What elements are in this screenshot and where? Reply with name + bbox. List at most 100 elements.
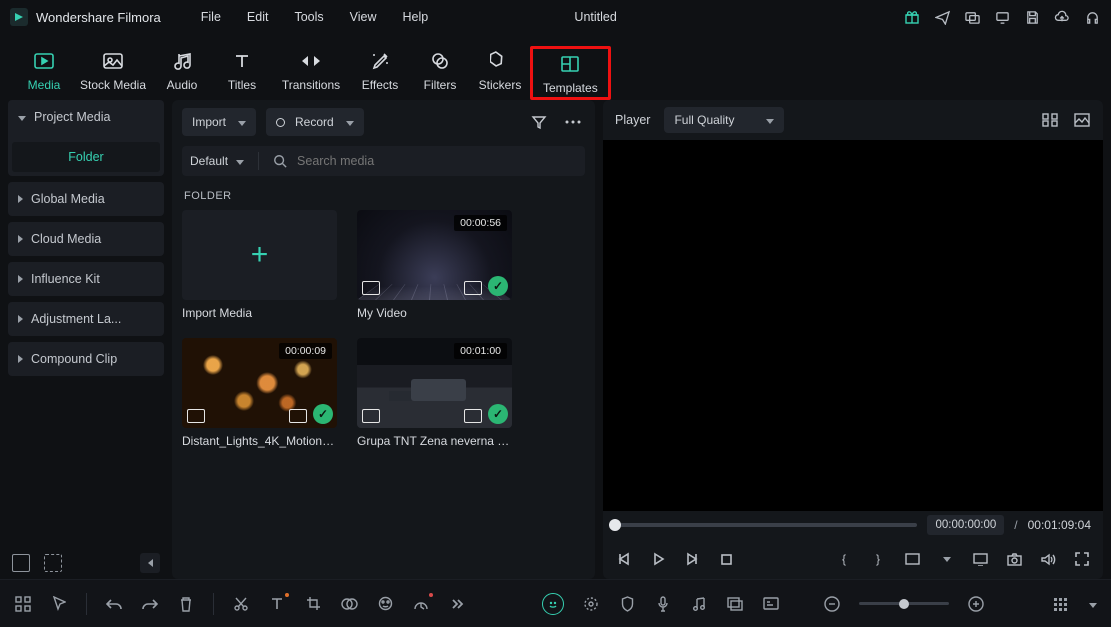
prev-frame-icon[interactable] [615,550,633,568]
plus-icon: + [251,238,269,272]
duration-badge: 00:01:00 [454,343,507,359]
tab-media[interactable]: Media [14,50,74,100]
duration-badge: 00:00:09 [279,343,332,359]
new-folder-icon[interactable] [44,554,62,572]
player-label: Player [615,113,650,127]
search-input[interactable] [297,154,577,168]
ai-assistant-button[interactable] [542,593,564,615]
seek-knob[interactable] [609,519,621,531]
send-icon[interactable] [933,8,951,26]
timeline-view-icon[interactable] [1051,595,1069,613]
text-tool-icon[interactable] [268,595,286,613]
video-type-icon [187,409,205,423]
volume-icon[interactable] [1039,550,1057,568]
fullscreen-icon[interactable] [1073,550,1091,568]
tab-titles[interactable]: Titles [212,50,272,100]
cut-icon[interactable] [232,595,250,613]
undo-icon[interactable] [105,595,123,613]
filter-icon[interactable] [527,110,551,134]
seek-slider[interactable] [615,523,917,527]
media-icon [33,50,55,72]
import-media-tile[interactable]: + Import Media [182,210,337,320]
media-clip[interactable]: 00:00:09 ✓ Distant_Lights_4K_Motion_B... [182,338,337,448]
tab-transitions[interactable]: Transitions [272,50,350,100]
zoom-knob[interactable] [899,599,909,609]
caret-down-icon [234,154,244,168]
menu-file[interactable]: File [201,10,221,24]
music-icon[interactable] [690,595,708,613]
grid-view-icon[interactable] [1041,111,1059,129]
media-clip[interactable]: 00:00:56 ✓ My Video [357,210,512,320]
sidebar-item-cloud-media[interactable]: Cloud Media [8,222,164,256]
zoom-out-icon[interactable] [823,595,841,613]
sidebar-item-adjustment-layer[interactable]: Adjustment La... [8,302,164,336]
monitor-icon[interactable] [993,8,1011,26]
tab-audio[interactable]: Audio [152,50,212,100]
headphones-icon[interactable] [1083,8,1101,26]
player-panel: Player Full Quality 00:00:00:00 / 00:01:… [603,100,1103,579]
zoom-slider[interactable] [859,602,949,605]
speed-icon[interactable] [412,595,430,613]
save-icon[interactable] [1023,8,1041,26]
messages-icon[interactable] [963,8,981,26]
ratio-dropdown-icon[interactable] [937,550,955,568]
sort-dropdown[interactable]: Default [190,154,244,168]
more-icon[interactable] [561,110,585,134]
stop-icon[interactable] [717,550,735,568]
mark-in-icon[interactable]: { [835,550,853,568]
sidebar-item-influence-kit[interactable]: Influence Kit [8,262,164,296]
quality-dropdown[interactable]: Full Quality [664,107,784,133]
chevron-right-icon [18,272,23,286]
mark-out-icon[interactable]: } [869,550,887,568]
display-icon[interactable] [971,550,989,568]
shield-icon[interactable] [618,595,636,613]
import-dropdown[interactable]: Import [182,108,256,136]
layout-icon[interactable] [14,595,32,613]
filters-icon [429,50,451,72]
stickers-icon [489,50,511,72]
sidebar-subitem-folder[interactable]: Folder [12,142,160,172]
video-viewport[interactable] [603,140,1103,511]
player-timeline: 00:00:00:00 / 00:01:09:04 [603,511,1103,539]
crop-icon[interactable] [304,595,322,613]
record-dropdown[interactable]: Record [266,108,364,136]
mask-icon[interactable] [340,595,358,613]
color-icon[interactable] [376,595,394,613]
duration-badge: 00:00:56 [454,215,507,231]
cloud-upload-icon[interactable] [1053,8,1071,26]
collapse-sidebar-button[interactable] [140,553,160,573]
video-type-icon [362,409,380,423]
redo-icon[interactable] [141,595,159,613]
tab-templates[interactable]: Templates [539,53,602,95]
tab-effects[interactable]: Effects [350,50,410,100]
gift-icon[interactable] [903,8,921,26]
media-clip[interactable]: 00:01:00 ✓ Grupa TNT Zena neverna off... [357,338,512,448]
tab-filters[interactable]: Filters [410,50,470,100]
view-dropdown-icon[interactable] [1087,597,1097,611]
sidebar-item-project-media[interactable]: Project Media Folder [8,100,164,176]
total-time: 00:01:09:04 [1028,518,1091,532]
select-tool-icon[interactable] [50,595,68,613]
picture-icon[interactable] [1073,111,1091,129]
record-dot-icon [276,118,285,127]
ratio-icon[interactable] [903,550,921,568]
new-bin-icon[interactable] [12,554,30,572]
play-icon[interactable] [649,550,667,568]
zoom-in-icon[interactable] [967,595,985,613]
caption-icon[interactable] [762,595,780,613]
stock-media-icon [102,50,124,72]
delete-icon[interactable] [177,595,195,613]
menu-edit[interactable]: Edit [247,10,269,24]
sidebar-item-global-media[interactable]: Global Media [8,182,164,216]
mic-icon[interactable] [654,595,672,613]
play-forward-icon[interactable] [683,550,701,568]
media-grid: + Import Media 00:00:56 ✓ My Video 00:00… [182,210,585,448]
more-tools-icon[interactable] [448,595,466,613]
tab-stock-media[interactable]: Stock Media [74,50,152,100]
workspace: Project Media Folder Global Media Cloud … [0,100,1111,579]
tab-stickers[interactable]: Stickers [470,50,530,100]
overlay-icon[interactable] [726,595,744,613]
snapshot-icon[interactable] [1005,550,1023,568]
enhance-icon[interactable] [582,595,600,613]
sidebar-item-compound-clip[interactable]: Compound Clip [8,342,164,376]
